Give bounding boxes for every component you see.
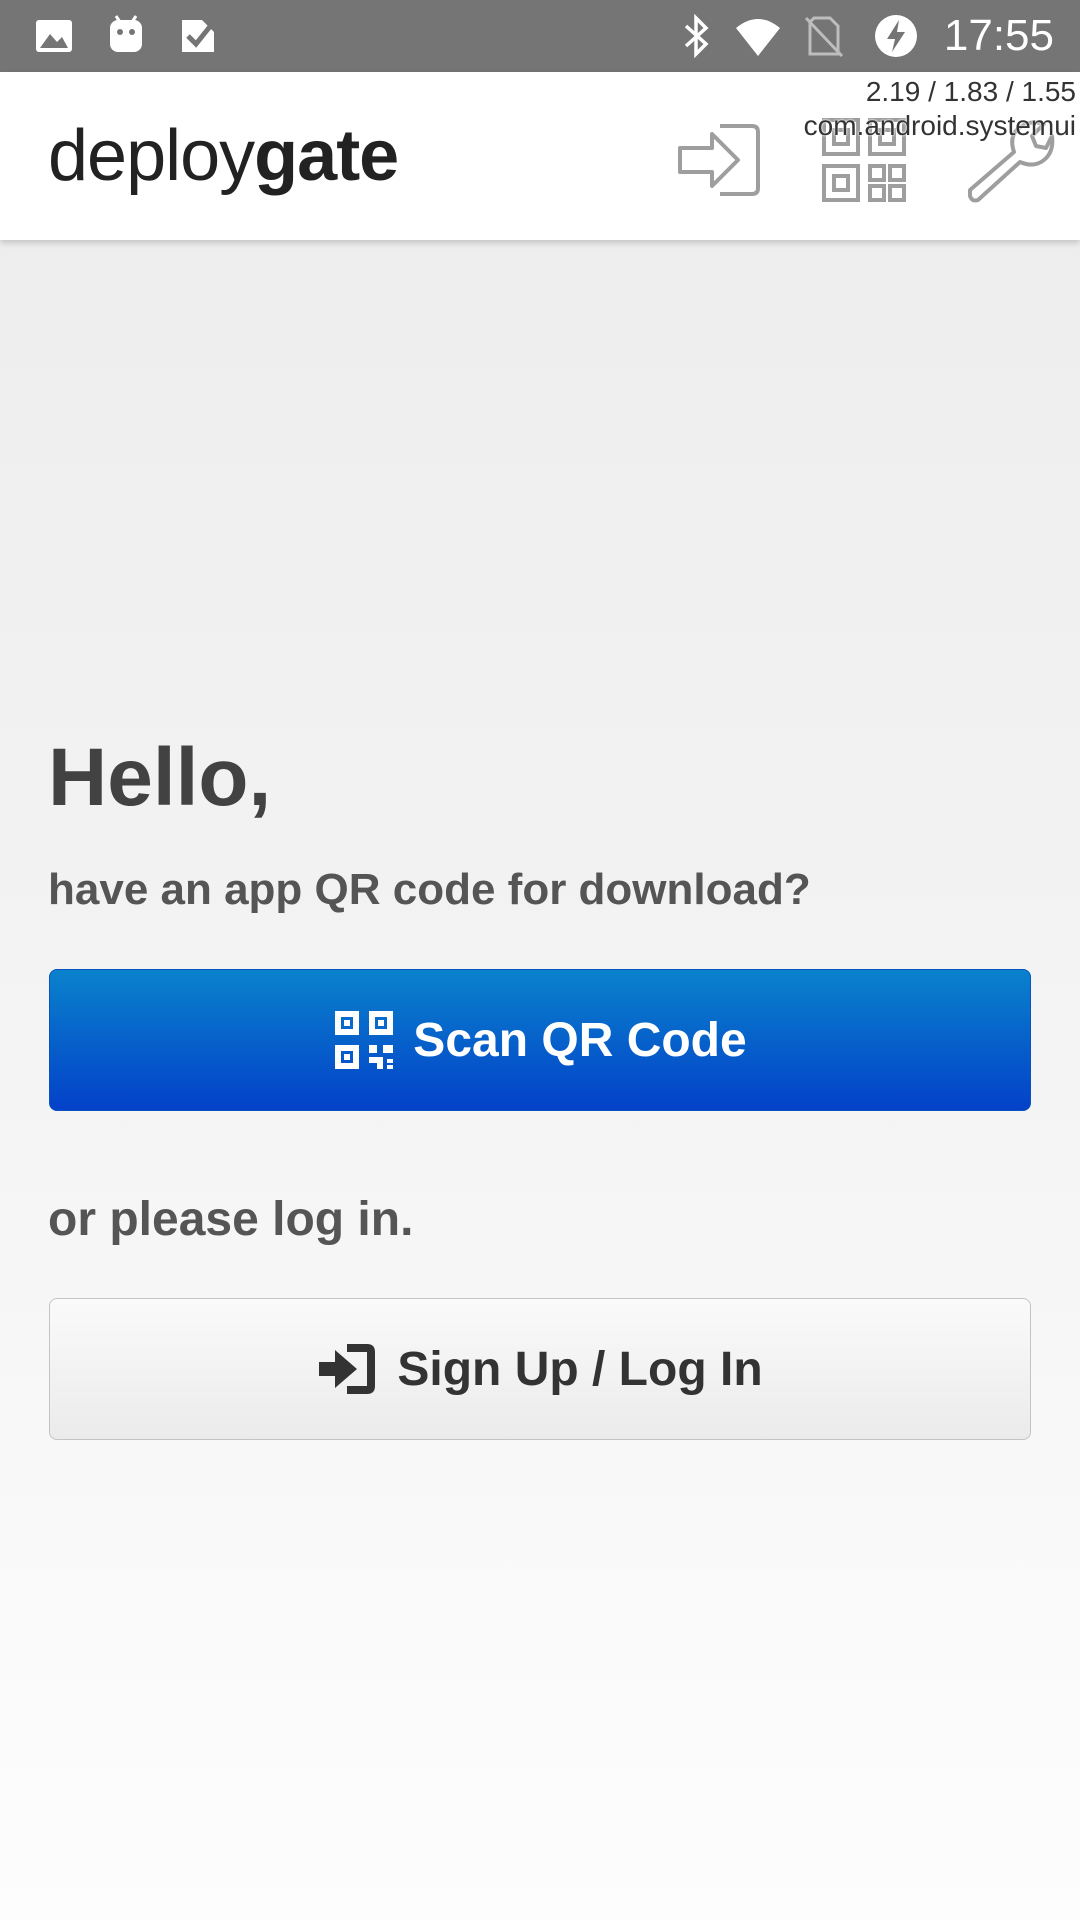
deploygate-check-icon (182, 20, 214, 52)
gallery-icon (36, 20, 72, 52)
process-name-overlay: com.android.systemui (803, 110, 1076, 141)
app-bar: deploygate 2.19 / 1.83 / 1.55 com.androi… (0, 72, 1080, 240)
sign-up-log-in-label: Sign Up / Log In (397, 1342, 763, 1396)
scan-qr-code-button[interactable]: Scan QR Code (49, 969, 1031, 1111)
status-time: 17:55 (943, 11, 1054, 60)
android-icon (110, 15, 142, 52)
qr-question-text: have an app QR code for download? (48, 865, 811, 914)
greeting-heading: Hello, (48, 732, 272, 823)
login-prompt-text: or please log in. (48, 1193, 414, 1246)
deploygate-logo: deploygate (48, 116, 399, 196)
scan-qr-code-label: Scan QR Code (413, 1013, 747, 1067)
sign-in-icon (319, 1344, 376, 1394)
status-bar: 17:55 (0, 0, 1080, 72)
login-icon[interactable] (672, 112, 768, 208)
bluetooth-icon (684, 13, 709, 59)
sign-up-log-in-button[interactable]: Sign Up / Log In (49, 1298, 1031, 1440)
load-average-overlay: 2.19 / 1.83 / 1.55 (865, 76, 1076, 107)
no-sim-icon (804, 16, 844, 58)
battery-charging-icon (875, 15, 917, 57)
qr-code-icon (335, 1011, 394, 1069)
wifi-icon (736, 19, 780, 56)
